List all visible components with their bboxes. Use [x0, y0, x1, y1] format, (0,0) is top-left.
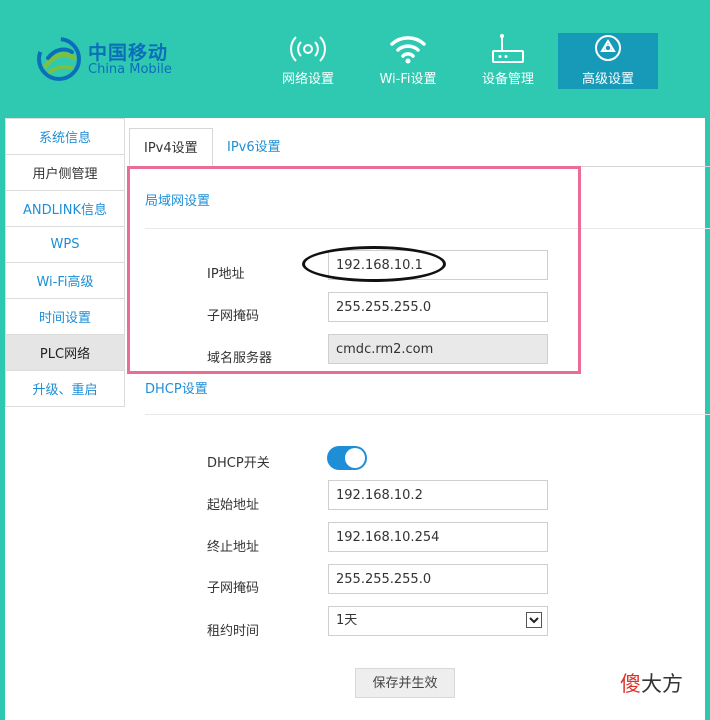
nav-network-settings[interactable]: 网络设置	[258, 33, 358, 89]
brand-name-en: China Mobile	[88, 62, 172, 77]
lease-time-select[interactable]: 1天	[328, 606, 548, 636]
dhcp-subnet-mask-input[interactable]	[328, 564, 548, 594]
lan-divider	[145, 228, 710, 229]
dhcp-divider	[145, 414, 710, 415]
nav-label: Wi-Fi设置	[379, 72, 437, 87]
nav-device-management[interactable]: 设备管理	[458, 33, 558, 89]
dhcp-subnet-mask-label: 子网掩码	[207, 581, 260, 596]
top-header: 中国移动 China Mobile 网络设置 Wi-Fi设置 设备管理 高级设置	[0, 0, 710, 118]
subnet-mask-label: 子网掩码	[207, 309, 260, 324]
ip-address-input[interactable]	[328, 250, 548, 280]
tab-ipv6-settings[interactable]: IPv6设置	[213, 128, 295, 166]
subnet-mask-input[interactable]	[328, 292, 548, 322]
watermark-first-char: 傻	[620, 672, 641, 696]
dhcp-switch-toggle[interactable]	[327, 446, 367, 470]
lease-time-label: 租约时间	[207, 624, 260, 639]
tab-bar: IPv4设置 IPv6设置	[128, 128, 710, 167]
start-address-input[interactable]	[328, 480, 548, 510]
dhcp-section-title: DHCP设置	[145, 382, 208, 397]
lease-time-value: 1天	[336, 613, 358, 628]
nav-label: 高级设置	[581, 72, 634, 87]
signal-broadcast-icon	[290, 36, 326, 62]
sidebar-item-user-side-management[interactable]: 用户侧管理	[5, 155, 125, 191]
tab-ipv4-settings[interactable]: IPv4设置	[129, 128, 213, 166]
dns-server-label: 域名服务器	[207, 351, 273, 366]
nav-wifi-settings[interactable]: Wi-Fi设置	[358, 33, 458, 89]
chevron-down-icon[interactable]	[526, 612, 542, 628]
sidebar-item-time-settings[interactable]: 时间设置	[5, 299, 125, 335]
ip-address-label: IP地址	[207, 267, 245, 282]
nav-label: 设备管理	[481, 72, 534, 87]
sidebar: 系统信息 用户侧管理 ANDLINK信息 WPS Wi-Fi高级 时间设置 PL…	[5, 118, 125, 407]
router-icon	[492, 34, 524, 63]
sidebar-item-wifi-advanced[interactable]: Wi-Fi高级	[5, 263, 125, 299]
end-address-input[interactable]	[328, 522, 548, 552]
save-and-apply-button[interactable]: 保存并生效	[355, 668, 455, 698]
sidebar-item-plc-network[interactable]: PLC网络	[5, 335, 125, 371]
sidebar-item-system-info[interactable]: 系统信息	[5, 118, 125, 155]
sidebar-item-wps[interactable]: WPS	[5, 227, 125, 263]
toggle-knob	[345, 448, 365, 468]
watermark: 傻大方	[620, 668, 683, 698]
watermark-rest: 大方	[641, 672, 683, 696]
sidebar-item-andlink-info[interactable]: ANDLINK信息	[5, 191, 125, 227]
nav-label: 网络设置	[281, 72, 334, 87]
end-address-label: 终止地址	[207, 540, 260, 555]
dhcp-switch-label: DHCP开关	[207, 456, 270, 471]
gear-icon	[595, 35, 621, 61]
dns-server-input	[328, 334, 548, 364]
lan-section-title: 局域网设置	[145, 194, 211, 209]
nav-advanced-settings[interactable]: 高级设置	[558, 33, 658, 89]
china-mobile-logo-icon	[37, 37, 81, 81]
wifi-icon	[390, 36, 426, 64]
start-address-label: 起始地址	[207, 498, 260, 513]
brand-name-cn: 中国移动	[88, 42, 169, 64]
china-mobile-logo[interactable]: 中国移动 China Mobile	[36, 36, 186, 82]
sidebar-item-upgrade-restart[interactable]: 升级、重启	[5, 371, 125, 407]
